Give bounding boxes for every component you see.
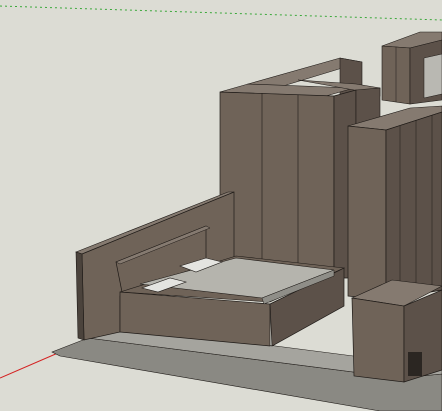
nightstand[interactable] <box>351 297 405 383</box>
wardrobe-right-side <box>385 111 442 301</box>
wardrobe-tall[interactable] <box>219 91 335 279</box>
sketchup-viewport[interactable] <box>0 0 442 411</box>
wardrobe-right-stack[interactable] <box>347 125 387 301</box>
green-axis-line <box>0 5 442 21</box>
floor-detail <box>408 352 422 376</box>
shelf-glass <box>423 53 442 99</box>
model-scene[interactable] <box>0 0 442 411</box>
